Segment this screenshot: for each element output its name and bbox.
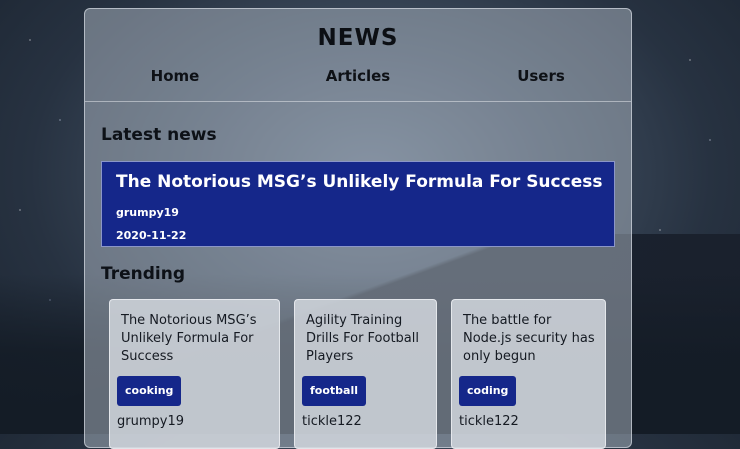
nav-home-link[interactable]: Home	[151, 67, 200, 85]
trending-card-title[interactable]: The Notorious MSG’s Unlikely Formula For…	[121, 312, 271, 366]
site-title: NEWS	[317, 25, 399, 51]
trending-heading: Trending	[101, 264, 186, 284]
nav-articles-link[interactable]: Articles	[326, 67, 390, 85]
featured-article[interactable]: The Notorious MSG’s Unlikely Formula For…	[101, 161, 615, 247]
trending-card[interactable]: The battle for Node.js security has only…	[451, 299, 606, 449]
main-nav: Home Articles Users	[85, 67, 631, 101]
nav-users-link[interactable]: Users	[517, 67, 565, 85]
latest-news-heading: Latest news	[101, 125, 217, 145]
trending-card-author[interactable]: tickle122	[459, 414, 519, 429]
trending-card-author[interactable]: tickle122	[302, 414, 362, 429]
topic-tag[interactable]: coding	[459, 376, 517, 406]
trending-card-author[interactable]: grumpy19	[117, 414, 184, 429]
trending-card[interactable]: Agility Training Drills For Football Pla…	[294, 299, 437, 449]
nav-divider	[85, 101, 631, 102]
featured-article-title[interactable]: The Notorious MSG’s Unlikely Formula For…	[116, 172, 602, 192]
trending-card-title[interactable]: The battle for Node.js security has only…	[463, 312, 597, 366]
trending-card-title[interactable]: Agility Training Drills For Football Pla…	[306, 312, 428, 366]
main-panel: NEWS Home Articles Users Latest news The…	[84, 8, 632, 449]
trending-card[interactable]: The Notorious MSG’s Unlikely Formula For…	[109, 299, 280, 449]
topic-tag[interactable]: football	[302, 376, 366, 406]
featured-article-date: 2020-11-22	[116, 229, 187, 242]
topic-tag[interactable]: cooking	[117, 376, 182, 406]
featured-article-author[interactable]: grumpy19	[116, 206, 179, 219]
